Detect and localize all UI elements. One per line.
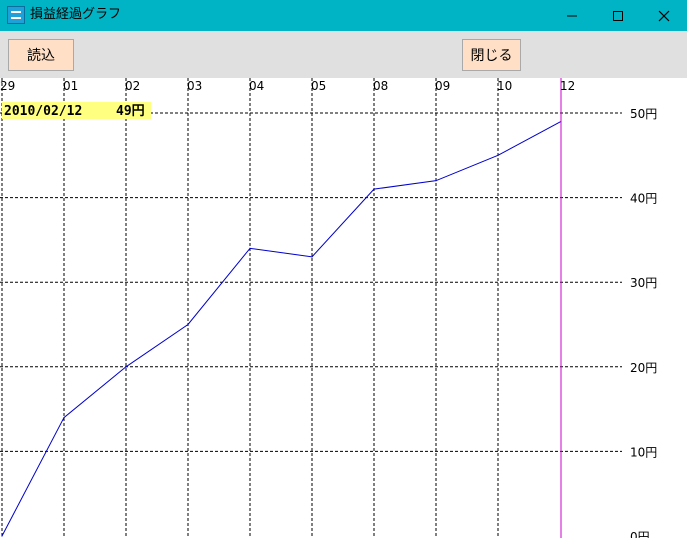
x-tick-label: 05 bbox=[311, 79, 326, 93]
x-tick-label: 08 bbox=[373, 79, 388, 93]
data-point bbox=[249, 247, 251, 249]
data-point bbox=[311, 256, 313, 258]
y-tick-label: 20円 bbox=[630, 361, 657, 375]
x-tick-label: 29 bbox=[0, 79, 15, 93]
data-point bbox=[497, 154, 499, 156]
x-tick-label: 01 bbox=[63, 79, 78, 93]
chart-app-icon bbox=[7, 6, 25, 24]
data-point bbox=[187, 323, 189, 326]
y-tick-label: 0円 bbox=[630, 530, 650, 538]
y-tick-label: 10円 bbox=[630, 445, 657, 459]
y-tick-label: 50円 bbox=[630, 107, 657, 121]
data-point bbox=[373, 188, 375, 190]
data-point bbox=[63, 416, 65, 419]
x-tick-label: 03 bbox=[187, 79, 202, 93]
toolbar: 読込 閉じる bbox=[0, 31, 687, 78]
chart-area: 29 01 02 03 04 05 08 09 10 12 0円 10円 20円 30円 40円 50円 2… bbox=[0, 78, 687, 538]
minimize-button[interactable] bbox=[549, 0, 595, 31]
x-tick-label: 04 bbox=[249, 79, 264, 93]
load-button[interactable]: 読込 bbox=[8, 39, 74, 71]
data-point bbox=[435, 180, 437, 182]
x-tick-label: 12 bbox=[560, 79, 575, 93]
readout-value: 49円 bbox=[116, 104, 145, 119]
data-point bbox=[125, 366, 127, 368]
readout-date: 2010/02/12 bbox=[4, 104, 82, 119]
close-icon bbox=[658, 10, 670, 21]
close-button[interactable] bbox=[641, 0, 687, 31]
x-tick-label: 09 bbox=[435, 79, 450, 93]
close-window-button[interactable]: 閉じる bbox=[462, 39, 521, 71]
data-point bbox=[1, 535, 3, 537]
minimize-icon bbox=[567, 15, 577, 16]
maximize-button[interactable] bbox=[595, 0, 641, 31]
window-title: 損益経過グラフ bbox=[30, 7, 122, 22]
profit-line-chart: 29 01 02 03 04 05 08 09 10 12 0円 10円 20円 30円 40円 50円 2… bbox=[0, 78, 657, 538]
y-tick-label: 40円 bbox=[630, 192, 657, 206]
y-tick-label: 30円 bbox=[630, 276, 657, 290]
x-tick-label: 02 bbox=[125, 79, 140, 93]
maximize-icon bbox=[613, 10, 623, 21]
x-tick-label: 10 bbox=[497, 79, 512, 93]
series-line bbox=[1, 121, 562, 537]
title-bar: 損益経過グラフ bbox=[0, 0, 687, 31]
